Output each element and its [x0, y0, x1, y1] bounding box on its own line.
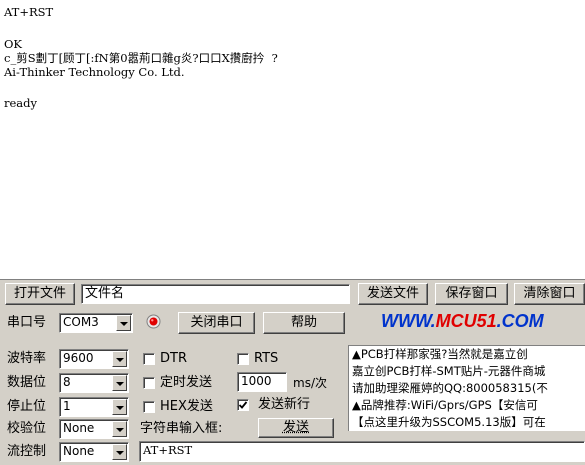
interval-input[interactable]: 1000	[237, 372, 287, 392]
receive-text-area[interactable]: AT+RST OK c_剪S劃丁[顾丁[:fN第0嚣荊口雜g炎?口口X攢廚扲 ?…	[0, 0, 585, 280]
parity-label: 校验位	[7, 421, 47, 436]
send-button[interactable]: 发送	[258, 418, 334, 438]
stop-bits-label: 停止位	[7, 399, 47, 414]
receive-line: ready	[4, 96, 38, 110]
parity-value: None	[63, 421, 95, 435]
timed-send-label: 定时发送	[160, 375, 213, 390]
ad-line[interactable]: 请加助理梁雁婷的QQ:800058315(不	[352, 380, 548, 396]
send-file-button[interactable]: 发送文件	[358, 283, 428, 305]
hex-send-checkbox[interactable]	[143, 401, 155, 413]
chevron-down-icon[interactable]	[112, 444, 127, 460]
brand-prefix: WWW.	[381, 311, 436, 331]
save-window-button[interactable]: 保存窗口	[435, 283, 508, 305]
chevron-down-icon[interactable]	[112, 375, 127, 391]
dtr-label: DTR	[160, 351, 187, 366]
rts-label: RTS	[254, 351, 279, 366]
send-newline-label: 发送新行	[258, 397, 311, 412]
rts-checkbox[interactable]	[237, 353, 249, 365]
flow-control-label: 流控制	[7, 444, 47, 459]
website-brand: WWW.MCU51.COM	[381, 311, 544, 332]
chevron-down-icon[interactable]	[112, 351, 127, 367]
data-bits-label: 数据位	[7, 375, 47, 390]
hex-send-label: HEX发送	[160, 399, 213, 414]
receive-line: OK	[4, 37, 23, 51]
baud-select[interactable]: 9600	[59, 349, 129, 369]
port-value: COM3	[63, 315, 99, 329]
ad-line[interactable]: ▲PCB打样那家强?当然就是嘉立创	[352, 346, 528, 362]
stop-bits-select[interactable]: 1	[59, 397, 129, 417]
brand-name: MCU51	[435, 311, 497, 331]
dtr-checkbox[interactable]	[143, 353, 155, 365]
open-file-button[interactable]: 打开文件	[5, 283, 75, 305]
filename-field[interactable]: 文件名	[81, 284, 350, 304]
baud-label: 波特率	[7, 351, 47, 366]
port-label: 串口号	[7, 315, 47, 330]
close-port-button[interactable]: 关闭串口	[178, 312, 255, 334]
timed-send-checkbox[interactable]	[143, 377, 155, 389]
data-bits-select[interactable]: 8	[59, 373, 129, 393]
flow-control-value: None	[63, 444, 95, 458]
ad-line[interactable]: 【点这里升级为SSCOM5.13版】可在	[352, 414, 546, 430]
baud-value: 9600	[63, 351, 94, 365]
interval-unit: ms/次	[293, 376, 327, 390]
receive-line: Ai-Thinker Technology Co. Ltd.	[4, 65, 185, 79]
ad-line[interactable]: ▲品牌推荐:WiFi/Gprs/GPS【安信可	[352, 397, 538, 413]
string-input-label: 字符串输入框:	[140, 421, 223, 436]
chevron-down-icon[interactable]	[116, 315, 131, 331]
chevron-down-icon[interactable]	[112, 399, 127, 415]
parity-select[interactable]: None	[59, 419, 129, 439]
clear-window-button[interactable]: 清除窗口	[514, 283, 585, 305]
checkmark-icon	[238, 401, 248, 409]
help-button[interactable]: 帮助	[263, 312, 345, 334]
chevron-down-icon[interactable]	[112, 421, 127, 437]
ad-line[interactable]: 嘉立创PCB打样-SMT贴片-元器件商城	[352, 363, 545, 379]
brand-suffix: .COM	[496, 311, 544, 331]
receive-line: c_剪S劃丁[顾丁[:fN第0嚣荊口雜g炎?口口X攢廚扲 ?	[4, 51, 278, 65]
stop-bits-value: 1	[63, 399, 71, 413]
receive-line: AT+RST	[4, 5, 54, 19]
port-status-icon	[146, 314, 161, 329]
send-input[interactable]: AT+RST	[139, 441, 585, 462]
data-bits-value: 8	[63, 375, 71, 389]
send-newline-checkbox[interactable]	[237, 399, 249, 411]
port-select[interactable]: COM3	[59, 313, 133, 333]
flow-control-select[interactable]: None	[59, 442, 129, 462]
ad-panel[interactable]: ▲PCB打样那家强?当然就是嘉立创 嘉立创PCB打样-SMT贴片-元器件商城 请…	[348, 345, 585, 431]
